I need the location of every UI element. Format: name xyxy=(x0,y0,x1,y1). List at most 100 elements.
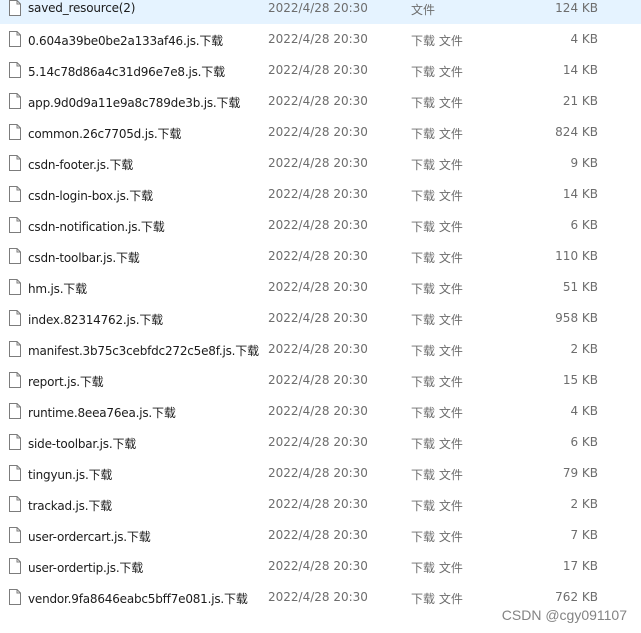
file-type: 下载 文件 xyxy=(411,158,463,172)
file-icon xyxy=(9,589,21,605)
file-type: 文件 xyxy=(411,3,436,17)
file-icon xyxy=(9,124,21,140)
file-icon xyxy=(9,527,21,543)
file-icon xyxy=(9,62,21,78)
file-type: 下载 文件 xyxy=(411,468,463,482)
file-name[interactable]: trackad.js.下载 xyxy=(28,497,112,514)
file-modified-date: 2022/4/28 20:30 xyxy=(268,559,368,573)
file-row[interactable]: 0.604a39be0be2a133af46.js.下载 2022/4/28 20… xyxy=(0,24,641,55)
file-type: 下载 文件 xyxy=(411,189,463,203)
file-row[interactable]: index.82314762.js.下载 2022/4/28 20:30 下载 文件… xyxy=(0,303,641,334)
file-name[interactable]: vendor.9fa8646eabc5bff7e081.js.下载 xyxy=(28,590,248,607)
file-name[interactable]: tingyun.js.下载 xyxy=(28,466,112,483)
file-row[interactable]: 5.14c78d86a4c31d96e7e8.js.下载 2022/4/28 20… xyxy=(0,55,641,86)
file-row[interactable]: saved_resource(2) 2022/4/28 20:30 文件 124 KB xyxy=(0,0,641,24)
file-name[interactable]: runtime.8eea76ea.js.下载 xyxy=(28,404,176,421)
file-icon xyxy=(9,279,21,295)
file-size: 4 KB xyxy=(570,32,598,46)
file-icon xyxy=(9,310,21,326)
file-row[interactable]: csdn-notification.js.下载 2022/4/28 20:30 下载… xyxy=(0,210,641,241)
file-modified-date: 2022/4/28 20:30 xyxy=(268,373,368,387)
file-icon xyxy=(9,558,21,574)
file-icon xyxy=(9,372,21,388)
file-modified-date: 2022/4/28 20:30 xyxy=(268,125,368,139)
file-icon xyxy=(9,93,21,109)
file-name[interactable]: user-ordercart.js.下载 xyxy=(28,528,151,545)
file-name[interactable]: 5.14c78d86a4c31d96e7e8.js.下载 xyxy=(28,63,225,80)
file-name[interactable]: csdn-toolbar.js.下载 xyxy=(28,249,140,266)
file-modified-date: 2022/4/28 20:30 xyxy=(268,280,368,294)
file-modified-date: 2022/4/28 20:30 xyxy=(268,528,368,542)
file-modified-date: 2022/4/28 20:30 xyxy=(268,63,368,77)
file-icon xyxy=(9,217,21,233)
file-modified-date: 2022/4/28 20:30 xyxy=(268,590,368,604)
file-icon xyxy=(9,248,21,264)
file-row[interactable]: tingyun.js.下载 2022/4/28 20:30 下载 文件 79 KB xyxy=(0,458,641,489)
file-icon xyxy=(9,341,21,357)
file-size: 7 KB xyxy=(570,528,598,542)
file-size: 6 KB xyxy=(570,435,598,449)
file-name[interactable]: index.82314762.js.下载 xyxy=(28,311,163,328)
file-modified-date: 2022/4/28 20:30 xyxy=(268,1,368,15)
file-type: 下载 文件 xyxy=(411,96,463,110)
file-type: 下载 文件 xyxy=(411,406,463,420)
file-modified-date: 2022/4/28 20:30 xyxy=(268,435,368,449)
file-size: 4 KB xyxy=(570,404,598,418)
file-modified-date: 2022/4/28 20:30 xyxy=(268,466,368,480)
file-name[interactable]: manifest.3b75c3cebfdc272c5e8f.js.下载 xyxy=(28,342,259,359)
file-row[interactable]: trackad.js.下载 2022/4/28 20:30 下载 文件 2 KB xyxy=(0,489,641,520)
file-size: 15 KB xyxy=(562,373,598,387)
file-modified-date: 2022/4/28 20:30 xyxy=(268,218,368,232)
file-size: 79 KB xyxy=(562,466,598,480)
file-type: 下载 文件 xyxy=(411,65,463,79)
file-row[interactable]: csdn-footer.js.下载 2022/4/28 20:30 下载 文件 9 K… xyxy=(0,148,641,179)
file-row[interactable]: csdn-toolbar.js.下载 2022/4/28 20:30 下载 文件 11… xyxy=(0,241,641,272)
file-row[interactable]: runtime.8eea76ea.js.下载 2022/4/28 20:30 下载 … xyxy=(0,396,641,427)
file-modified-date: 2022/4/28 20:30 xyxy=(268,404,368,418)
file-icon xyxy=(9,496,21,512)
file-row[interactable]: user-ordercart.js.下载 2022/4/28 20:30 下载 文件… xyxy=(0,520,641,551)
file-size: 14 KB xyxy=(562,187,598,201)
file-row[interactable]: manifest.3b75c3cebfdc272c5e8f.js.下载 2022/… xyxy=(0,334,641,365)
file-row[interactable]: hm.js.下载 2022/4/28 20:30 下载 文件 51 KB xyxy=(0,272,641,303)
file-name[interactable]: user-ordertip.js.下载 xyxy=(28,559,143,576)
file-size: 9 KB xyxy=(570,156,598,170)
file-size: 958 KB xyxy=(555,311,598,325)
file-row[interactable]: common.26c7705d.js.下载 2022/4/28 20:30 下载 文… xyxy=(0,117,641,148)
file-icon xyxy=(9,31,21,47)
file-row[interactable]: report.js.下载 2022/4/28 20:30 下载 文件 15 KB xyxy=(0,365,641,396)
file-row[interactable]: side-toolbar.js.下载 2022/4/28 20:30 下载 文件 6 … xyxy=(0,427,641,458)
file-type: 下载 文件 xyxy=(411,34,463,48)
file-name[interactable]: common.26c7705d.js.下载 xyxy=(28,125,181,142)
file-size: 17 KB xyxy=(562,559,598,573)
file-size: 21 KB xyxy=(562,94,598,108)
file-name[interactable]: csdn-footer.js.下载 xyxy=(28,156,133,173)
file-row[interactable]: user-ordertip.js.下载 2022/4/28 20:30 下载 文件 1… xyxy=(0,551,641,582)
file-type: 下载 文件 xyxy=(411,530,463,544)
file-name[interactable]: report.js.下载 xyxy=(28,373,104,390)
file-modified-date: 2022/4/28 20:30 xyxy=(268,94,368,108)
file-type: 下载 文件 xyxy=(411,437,463,451)
file-name[interactable]: saved_resource(2) xyxy=(28,1,135,15)
file-name[interactable]: csdn-notification.js.下载 xyxy=(28,218,165,235)
file-type: 下载 文件 xyxy=(411,344,463,358)
file-row[interactable]: csdn-login-box.js.下载 2022/4/28 20:30 下载 文件… xyxy=(0,179,641,210)
file-modified-date: 2022/4/28 20:30 xyxy=(268,311,368,325)
file-type: 下载 文件 xyxy=(411,282,463,296)
file-row[interactable]: app.9d0d9a11e9a8c789de3b.js.下载 2022/4/28 … xyxy=(0,86,641,117)
file-modified-date: 2022/4/28 20:30 xyxy=(268,249,368,263)
file-size: 2 KB xyxy=(570,497,598,511)
file-size: 2 KB xyxy=(570,342,598,356)
file-icon xyxy=(9,0,21,16)
file-name[interactable]: side-toolbar.js.下载 xyxy=(28,435,136,452)
file-type: 下载 文件 xyxy=(411,251,463,265)
file-size: 110 KB xyxy=(555,249,598,263)
file-type: 下载 文件 xyxy=(411,313,463,327)
file-type: 下载 文件 xyxy=(411,499,463,513)
file-modified-date: 2022/4/28 20:30 xyxy=(268,32,368,46)
file-name[interactable]: 0.604a39be0be2a133af46.js.下载 xyxy=(28,32,223,49)
file-name[interactable]: hm.js.下载 xyxy=(28,280,87,297)
watermark: CSDN @cgy091107 xyxy=(501,607,627,623)
file-name[interactable]: csdn-login-box.js.下载 xyxy=(28,187,153,204)
file-name[interactable]: app.9d0d9a11e9a8c789de3b.js.下载 xyxy=(28,94,240,111)
